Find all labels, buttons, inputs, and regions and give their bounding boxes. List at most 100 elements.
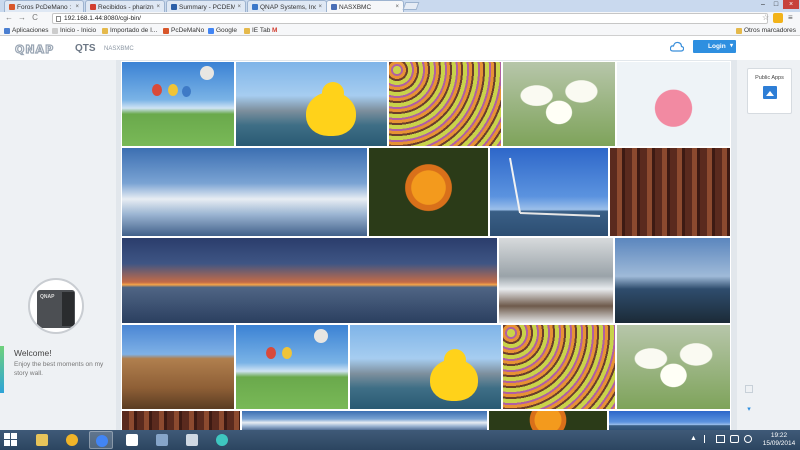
- minimize-button[interactable]: –: [757, 0, 769, 9]
- favicon-icon: [171, 4, 177, 10]
- favicon-icon: [9, 4, 15, 10]
- bookmark-item[interactable]: PcDeMaNo: [163, 26, 204, 35]
- back-button[interactable]: ←: [4, 13, 14, 23]
- address-bar[interactable]: 192.168.1.44:8080/cgi-bin/: [52, 13, 768, 24]
- browser-tab-active[interactable]: NASXBMC ×: [326, 0, 404, 12]
- photo-poppy[interactable]: [489, 411, 607, 430]
- folder-icon: [736, 27, 742, 34]
- apps-grid-icon: [4, 27, 10, 34]
- page-icon: [52, 27, 58, 34]
- document-app-icon[interactable]: [180, 431, 204, 449]
- close-icon[interactable]: ×: [395, 4, 399, 10]
- welcome-accent-bar: [0, 346, 4, 393]
- remote-app-icon[interactable]: [150, 431, 174, 449]
- bookmark-gmail[interactable]: M: [272, 26, 277, 35]
- photo-market[interactable]: [122, 411, 240, 430]
- bookmark-folder[interactable]: Importado de I...: [102, 26, 157, 35]
- flag-icon[interactable]: [704, 435, 711, 443]
- welcome-text: Enjoy the best moments on my story wall.: [14, 361, 104, 377]
- clock-time: 19:22: [770, 432, 788, 439]
- chevron-down-icon: ▾: [729, 43, 733, 49]
- photo-wall: [121, 61, 731, 430]
- photo-macarons[interactable]: [389, 62, 501, 146]
- close-window-button[interactable]: ×: [783, 0, 799, 9]
- browser-tab[interactable]: Summary - PCDEMAN ×: [166, 0, 246, 12]
- photo-sunset[interactable]: [122, 238, 497, 323]
- photo-macarons[interactable]: [503, 325, 615, 409]
- photo-tulips[interactable]: [503, 62, 615, 146]
- welcome-title: Welcome!: [14, 348, 52, 358]
- extension-icon[interactable]: [773, 13, 783, 23]
- favicon-icon: [252, 4, 258, 10]
- photo-tulips[interactable]: [617, 325, 730, 409]
- browser-tab[interactable]: Recibidos - pharizna ×: [85, 0, 165, 12]
- photo-snow-road[interactable]: [499, 238, 613, 323]
- qnap-logo: QNAP: [14, 42, 55, 56]
- photo-bridge[interactable]: [490, 148, 608, 236]
- url-text: 192.168.1.44:8080/cgi-bin/: [64, 15, 141, 22]
- search-app-icon[interactable]: [210, 431, 234, 449]
- bookmark-star-icon[interactable]: ☆: [762, 13, 769, 22]
- photo-clouds[interactable]: [242, 411, 487, 430]
- tray-expand-icon[interactable]: ▲: [690, 435, 697, 442]
- photo-rubber-duck[interactable]: [236, 62, 387, 146]
- favicon-icon: [163, 27, 169, 34]
- windows-start-icon[interactable]: [4, 433, 18, 447]
- bookmark-apps[interactable]: Aplicaciones: [4, 26, 49, 35]
- login-button[interactable]: Login ▾: [693, 40, 736, 53]
- camera-app-icon[interactable]: [120, 431, 144, 449]
- gmail-icon: [90, 4, 96, 10]
- chrome-canary-icon[interactable]: [60, 431, 84, 449]
- browser-tab[interactable]: QNAP Systems, Inc. ×: [247, 0, 327, 12]
- volume-icon[interactable]: [744, 435, 752, 443]
- browser-tab[interactable]: Foros PcDeMano : ×: [4, 0, 84, 12]
- close-icon[interactable]: ×: [237, 4, 241, 10]
- cloud-icon[interactable]: [670, 41, 684, 53]
- bookmark-item[interactable]: Google: [208, 26, 237, 35]
- page-icon: [56, 16, 61, 22]
- bookmark-folder[interactable]: IE Tab: [244, 26, 270, 35]
- file-explorer-icon[interactable]: [30, 431, 54, 449]
- browser-toolbar: ← → C 192.168.1.44:8080/cgi-bin/: [0, 12, 800, 25]
- close-icon[interactable]: ×: [156, 4, 160, 10]
- browser-tab-strip: Foros PcDeMano : × Recibidos - pharizna …: [0, 0, 800, 12]
- windows-taskbar: ▲ 19:22 15/09/2014: [0, 430, 800, 450]
- chrome-icon[interactable]: [89, 431, 113, 449]
- close-icon[interactable]: ×: [318, 4, 322, 10]
- system-clock[interactable]: 19:22 15/09/2014: [760, 432, 798, 448]
- forward-button[interactable]: →: [17, 13, 27, 23]
- google-icon: [208, 27, 214, 34]
- photo-market[interactable]: [610, 148, 730, 236]
- photo-palace[interactable]: [122, 325, 234, 409]
- image-app-icon: [762, 86, 777, 99]
- photo-coast[interactable]: [615, 238, 730, 323]
- network-icon[interactable]: [716, 435, 725, 443]
- bookmarks-bar: Aplicaciones Inicio - Inicio Importado d…: [0, 25, 800, 36]
- folder-icon: [102, 27, 108, 34]
- scroll-up-button[interactable]: [745, 385, 753, 393]
- photo-poppy[interactable]: [369, 148, 488, 236]
- app-header: QNAP QTS NASXBMC Login ▾: [0, 36, 800, 60]
- chrome-menu-icon[interactable]: ≡: [788, 13, 793, 22]
- bookmark-other[interactable]: Otros marcadores: [736, 26, 796, 35]
- keyboard-icon[interactable]: [730, 435, 739, 443]
- bookmark-item[interactable]: Inicio - Inicio: [52, 26, 96, 35]
- nas-device-image: QNAP: [28, 278, 84, 334]
- new-tab-button[interactable]: [402, 2, 420, 10]
- photo-rubber-duck[interactable]: [350, 325, 501, 409]
- photo-balloons[interactable]: [236, 325, 348, 409]
- scroll-down-button[interactable]: ▾: [745, 406, 753, 414]
- clock-date: 15/09/2014: [762, 440, 796, 447]
- qnap-favicon-icon: [331, 4, 337, 10]
- host-name: NASXBMC: [104, 46, 134, 52]
- photo-balloons[interactable]: [122, 62, 234, 146]
- product-name: QTS: [75, 43, 96, 54]
- maximize-button[interactable]: □: [770, 0, 782, 9]
- close-icon[interactable]: ×: [75, 4, 79, 10]
- photo-bridge[interactable]: [609, 411, 730, 430]
- public-apps-button[interactable]: Public Apps: [747, 68, 792, 114]
- photo-clouds[interactable]: [122, 148, 367, 236]
- reload-button[interactable]: C: [30, 13, 40, 23]
- photo-macaron-cake[interactable]: [617, 62, 730, 146]
- folder-icon: [244, 27, 250, 34]
